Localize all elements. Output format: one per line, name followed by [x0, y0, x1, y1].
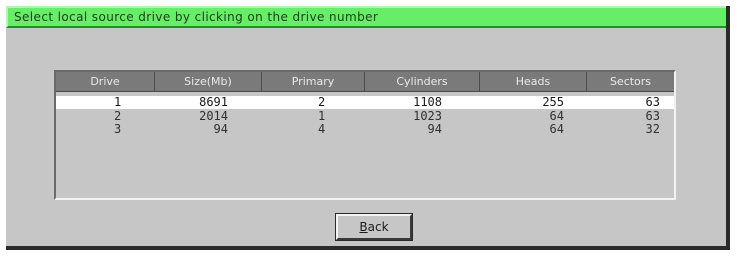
drive-table: Drive Size(Mb) Primary Cylinders Heads S…: [54, 70, 676, 200]
column-header-drive[interactable]: Drive: [56, 72, 155, 91]
cell-primary: 2: [318, 95, 326, 109]
table-row-drive-3[interactable]: 3 94 4 94 64 32: [56, 123, 674, 136]
cell-cylinders: 1108: [413, 95, 442, 109]
cell-size: 94: [213, 122, 228, 136]
column-header-sectors[interactable]: Sectors: [587, 72, 674, 91]
cell-primary: 4: [318, 122, 326, 136]
cell-sectors: 63: [645, 95, 660, 109]
cell-drive[interactable]: 3: [114, 123, 121, 136]
table-row-drive-2[interactable]: 2 2014 1 1023 64 63: [56, 110, 674, 123]
cell-size: 8691: [199, 95, 228, 109]
column-header-cylinders[interactable]: Cylinders: [365, 72, 480, 91]
dialog-title: Select local source drive by clicking on…: [14, 10, 379, 24]
table-row-drive-1[interactable]: 1 8691 2 1108 255 63: [56, 96, 674, 109]
cell-heads: 255: [542, 95, 564, 109]
select-source-drive-dialog: Select local source drive by clicking on…: [6, 6, 730, 250]
cell-sectors: 32: [645, 122, 660, 136]
column-header-size[interactable]: Size(Mb): [155, 72, 262, 91]
column-header-heads[interactable]: Heads: [480, 72, 587, 91]
cell-drive[interactable]: 1: [114, 96, 121, 109]
cell-cylinders: 94: [427, 122, 442, 136]
table-header: Drive Size(Mb) Primary Cylinders Heads S…: [56, 72, 674, 92]
cell-heads: 64: [549, 122, 564, 136]
back-button[interactable]: Back: [336, 214, 412, 240]
title-bar: Select local source drive by clicking on…: [6, 6, 726, 28]
column-header-primary[interactable]: Primary: [262, 72, 365, 91]
